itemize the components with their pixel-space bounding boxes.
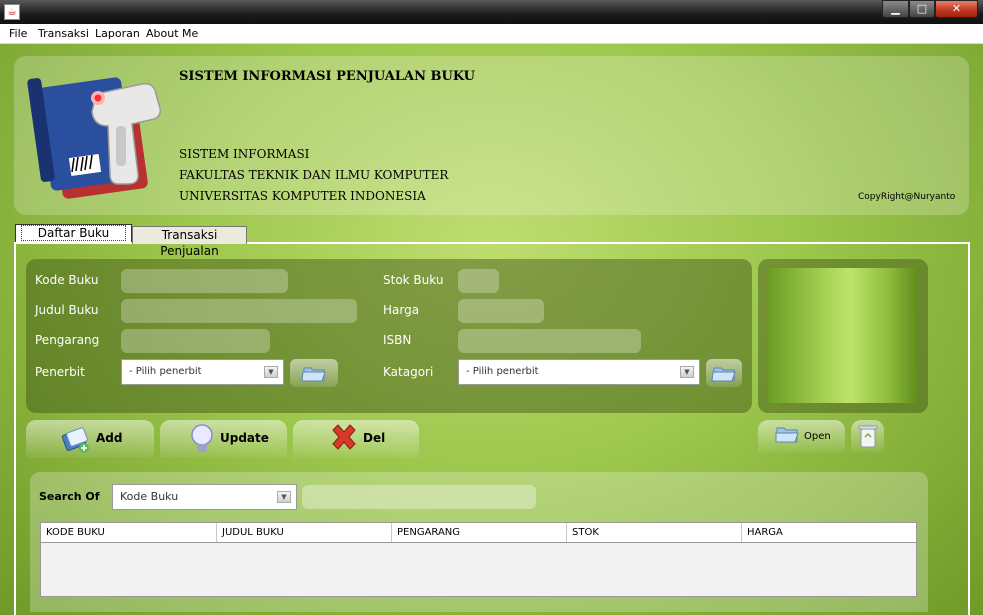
title-bar bbox=[0, 0, 983, 24]
tab-transaksi-penjualan[interactable]: Transaksi Penjualan bbox=[132, 226, 247, 244]
maximize-button[interactable]: □ bbox=[909, 0, 935, 18]
tab-daftar-buku[interactable]: Daftar Buku bbox=[15, 224, 132, 242]
judul-buku-input[interactable] bbox=[121, 299, 357, 323]
pengarang-input[interactable] bbox=[121, 329, 270, 353]
add-button[interactable]: Add bbox=[26, 420, 154, 458]
delete-button-label: Del bbox=[363, 431, 385, 445]
java-app-icon[interactable]: ☕ bbox=[4, 4, 20, 20]
chevron-down-icon: ▼ bbox=[264, 366, 278, 378]
open-button-label: Open bbox=[804, 431, 831, 442]
tab-daftar-buku-label: Daftar Buku bbox=[21, 225, 126, 241]
kode-buku-input[interactable] bbox=[121, 269, 288, 293]
label-pengarang: Pengarang bbox=[35, 333, 99, 347]
header-line-2: FAKULTAS TEKNIK DAN ILMU KOMPUTER bbox=[179, 168, 448, 182]
chevron-down-icon: ▼ bbox=[680, 366, 694, 378]
copyright-text: CopyRight@Nuryanto bbox=[858, 192, 955, 202]
label-penerbit: Penerbit bbox=[35, 365, 85, 379]
penerbit-select[interactable]: - Pilih penerbit ▼ bbox=[121, 359, 284, 385]
label-kode-buku: Kode Buku bbox=[35, 273, 98, 287]
open-image-button[interactable]: Open bbox=[758, 420, 845, 452]
katagori-select-value: - Pilih penerbit bbox=[466, 366, 539, 377]
lightbulb-icon bbox=[188, 422, 216, 456]
folder-open-icon bbox=[774, 424, 800, 446]
clear-image-button[interactable] bbox=[851, 420, 884, 452]
stok-buku-input[interactable] bbox=[458, 269, 499, 293]
menu-about-me[interactable]: About Me bbox=[146, 27, 198, 40]
column-pengarang[interactable]: PENGARANG bbox=[392, 523, 567, 542]
label-katagori: Katagori bbox=[383, 365, 433, 379]
label-judul-buku: Judul Buku bbox=[35, 303, 99, 317]
katagori-select[interactable]: - Pilih penerbit ▼ bbox=[458, 359, 700, 385]
folder-icon bbox=[706, 359, 742, 387]
menu-transaksi[interactable]: Transaksi bbox=[38, 27, 89, 40]
menu-laporan[interactable]: Laporan bbox=[95, 27, 140, 40]
search-field-select[interactable]: Kode Buku ▼ bbox=[112, 484, 297, 510]
close-window-button[interactable]: ✕ bbox=[935, 0, 978, 18]
search-input[interactable] bbox=[302, 485, 536, 509]
add-button-label: Add bbox=[96, 431, 122, 445]
label-isbn: ISBN bbox=[383, 333, 411, 347]
penerbit-browse-button[interactable] bbox=[290, 359, 338, 387]
isbn-input[interactable] bbox=[458, 329, 641, 353]
label-stok-buku: Stok Buku bbox=[383, 273, 443, 287]
book-cover-image bbox=[768, 268, 918, 403]
column-harga[interactable]: HARGA bbox=[742, 523, 916, 542]
column-kode-buku[interactable]: KODE BUKU bbox=[41, 523, 217, 542]
header-line-3: UNIVERSITAS KOMPUTER INDONESIA bbox=[179, 189, 426, 203]
table-header: KODE BUKU JUDUL BUKU PENGARANG STOK HARG… bbox=[40, 522, 917, 543]
header-line-1: SISTEM INFORMASI bbox=[179, 147, 309, 161]
trash-icon bbox=[858, 423, 878, 449]
harga-input[interactable] bbox=[458, 299, 544, 323]
column-judul-buku[interactable]: JUDUL BUKU bbox=[217, 523, 392, 542]
label-harga: Harga bbox=[383, 303, 419, 317]
menu-file[interactable]: File bbox=[9, 27, 27, 40]
app-title: SISTEM INFORMASI PENJUALAN BUKU bbox=[179, 69, 475, 84]
penerbit-select-value: - Pilih penerbit bbox=[129, 366, 202, 377]
book-barcode-scanner-logo bbox=[22, 64, 172, 204]
add-book-icon bbox=[60, 424, 90, 454]
column-stok[interactable]: STOK bbox=[567, 523, 742, 542]
delete-button[interactable]: Del bbox=[293, 420, 419, 458]
chevron-down-icon: ▼ bbox=[277, 491, 291, 503]
search-label: Search Of bbox=[39, 490, 100, 503]
delete-x-icon bbox=[327, 422, 361, 456]
search-field-value: Kode Buku bbox=[120, 490, 178, 503]
minimize-button[interactable]: ▁ bbox=[882, 0, 909, 18]
update-button[interactable]: Update bbox=[160, 420, 287, 458]
folder-icon bbox=[290, 359, 338, 387]
katagori-browse-button[interactable] bbox=[706, 359, 742, 387]
update-button-label: Update bbox=[220, 431, 269, 445]
